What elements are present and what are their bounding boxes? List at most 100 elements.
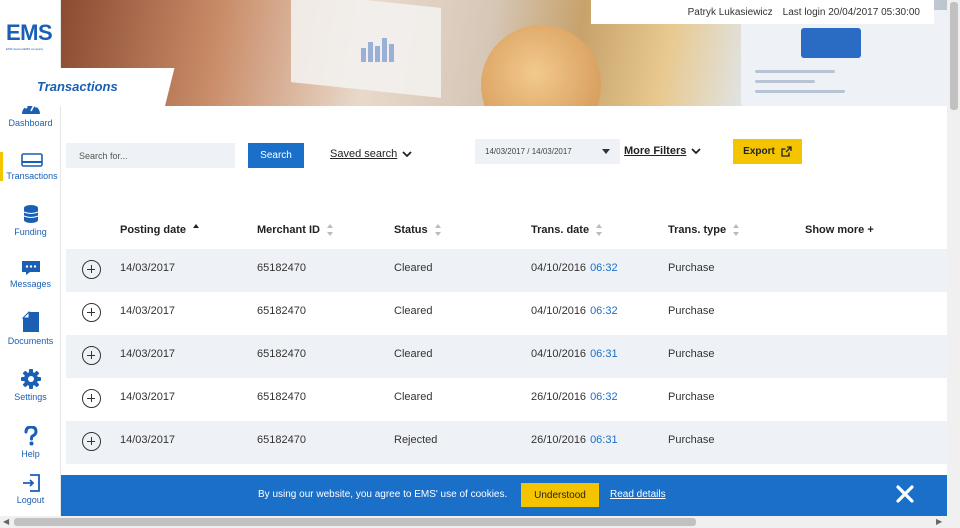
sort-icon: [733, 224, 740, 236]
trans-date-cell: 04/10/2016 06:32: [531, 305, 618, 317]
sidebar-item-label: Settings: [14, 392, 47, 402]
coins-icon: [23, 205, 38, 223]
column-label: Status: [394, 224, 428, 236]
sidebar-item-label: Funding: [14, 227, 47, 237]
merchant-id-cell: 65182470: [257, 262, 306, 274]
export-label: Export: [743, 146, 775, 157]
app: EMS EMS Secure/EMS company Dashboard Tra…: [0, 0, 960, 528]
sidebar-item-label: Logout: [16, 495, 45, 505]
show-more-columns-link[interactable]: Show more +: [805, 224, 874, 236]
trans-date-value: 26/10/2016: [531, 434, 587, 446]
posting-date-cell: 14/03/2017: [120, 348, 176, 360]
trans-date-value: 04/10/2016: [531, 305, 587, 317]
expand-row-icon[interactable]: [82, 346, 101, 365]
saved-search-label: Saved search: [330, 148, 398, 160]
expand-row-icon[interactable]: [82, 303, 101, 322]
message-icon: [21, 261, 40, 275]
scroll-right-icon[interactable]: ▶: [936, 517, 942, 526]
status-cell: Rejected: [394, 434, 438, 446]
table-row: 14/03/2017 65182470 Rejected 26/10/2016 0…: [66, 421, 947, 464]
sort-ascending-icon: [193, 224, 200, 236]
trans-time-value: 06:32: [590, 391, 618, 403]
column-header-trans-type[interactable]: Trans. type: [668, 224, 740, 236]
scrollbar-corner: [947, 516, 960, 528]
more-filters-dropdown[interactable]: More Filters: [624, 145, 701, 157]
column-header-trans-date[interactable]: Trans. date: [531, 224, 603, 236]
close-icon[interactable]: [895, 484, 915, 504]
table-row: 14/03/2017 65182470 Cleared 04/10/2016 06…: [66, 249, 947, 292]
sidebar-item-label: Transactions: [6, 171, 58, 181]
user-name[interactable]: Patryk Lukasiewicz: [688, 7, 773, 18]
status-cell: Cleared: [394, 391, 433, 403]
saved-search-dropdown[interactable]: Saved search: [330, 148, 412, 160]
trans-time-value: 06:31: [590, 434, 618, 446]
expand-row-icon[interactable]: [82, 432, 101, 451]
search-button[interactable]: Search: [248, 143, 304, 168]
column-header-merchant-id[interactable]: Merchant ID: [257, 224, 334, 236]
scrollbar-thumb[interactable]: [14, 518, 696, 526]
table-row: 14/03/2017 65182470 Cleared 26/10/2016 06…: [66, 378, 947, 421]
export-button[interactable]: Export: [733, 139, 802, 164]
logo-tagline: EMS Secure/EMS company: [6, 47, 44, 51]
merchant-id-cell: 65182470: [257, 391, 306, 403]
card-icon: [21, 153, 43, 167]
cookie-details-link[interactable]: Read details: [610, 489, 666, 500]
gear-icon: [20, 369, 41, 389]
sidebar-item-documents[interactable]: Documents: [0, 311, 61, 346]
date-range-select[interactable]: 14/03/2017 / 14/03/2017: [475, 139, 620, 164]
sidebar-item-help[interactable]: Help: [0, 426, 61, 459]
trans-type-cell: Purchase: [668, 305, 715, 317]
hero-person-graphic: [481, 25, 601, 106]
search-input[interactable]: [66, 143, 235, 168]
date-range-value: 14/03/2017 / 14/03/2017: [485, 147, 572, 156]
vertical-scrollbar[interactable]: [947, 0, 960, 516]
column-header-status[interactable]: Status: [394, 224, 442, 236]
document-icon: [21, 311, 39, 332]
expand-row-icon[interactable]: [82, 389, 101, 408]
expand-row-icon[interactable]: [82, 260, 101, 279]
table-header: Posting date Merchant ID Status Trans. d…: [66, 218, 947, 243]
column-header-posting-date[interactable]: Posting date: [120, 224, 200, 236]
cookie-message: By using our website, you agree to EMS' …: [258, 489, 508, 500]
scroll-left-icon[interactable]: ◀: [3, 517, 9, 526]
table-row: 14/03/2017 65182470 Cleared 04/10/2016 06…: [66, 292, 947, 335]
trans-date-value: 04/10/2016: [531, 262, 587, 274]
sidebar-item-transactions[interactable]: Transactions: [0, 152, 61, 181]
scrollbar-thumb[interactable]: [950, 2, 958, 110]
posting-date-cell: 14/03/2017: [120, 434, 176, 446]
trans-type-cell: Purchase: [668, 391, 715, 403]
caret-down-icon: [602, 149, 610, 154]
column-label: Trans. type: [668, 224, 727, 236]
logout-icon: [22, 474, 40, 492]
trans-date-cell: 04/10/2016 06:31: [531, 348, 618, 360]
sidebar-item-funding[interactable]: Funding: [0, 204, 61, 237]
sidebar-item-label: Documents: [7, 336, 54, 346]
merchant-id-cell: 65182470: [257, 434, 306, 446]
cookie-banner: By using our website, you agree to EMS' …: [61, 475, 947, 516]
posting-date-cell: 14/03/2017: [120, 262, 176, 274]
table-row: 14/03/2017 65182470 Cleared 04/10/2016 06…: [66, 335, 947, 378]
sidebar-item-logout[interactable]: Logout: [0, 474, 61, 505]
merchant-id-cell: 65182470: [257, 348, 306, 360]
posting-date-cell: 14/03/2017: [120, 391, 176, 403]
trans-type-cell: Purchase: [668, 262, 715, 274]
last-login: Last login 20/04/2017 05:30:00: [782, 6, 920, 18]
sidebar-item-messages[interactable]: Messages: [0, 260, 61, 289]
more-filters-label: More Filters: [624, 145, 687, 157]
trans-time-value: 06:31: [590, 348, 618, 360]
sort-icon: [434, 224, 442, 236]
hero-chart-graphic: [361, 36, 401, 62]
sort-icon: [326, 224, 334, 236]
trans-date-value: 26/10/2016: [531, 391, 587, 403]
question-icon: [24, 426, 38, 446]
sidebar-item-settings[interactable]: Settings: [0, 369, 61, 402]
sort-icon: [596, 224, 603, 236]
ems-logo[interactable]: EMS EMS Secure/EMS company: [6, 20, 56, 51]
posting-date-cell: 14/03/2017: [120, 305, 176, 317]
sidebar-item-label: Messages: [9, 279, 52, 289]
horizontal-scrollbar[interactable]: ◀ ▶: [0, 516, 947, 528]
chevron-down-icon: [402, 150, 412, 157]
hero-monitor-graphic: [741, 10, 947, 106]
cookie-accept-button[interactable]: Understood: [521, 483, 599, 507]
column-label: Posting date: [120, 224, 187, 236]
